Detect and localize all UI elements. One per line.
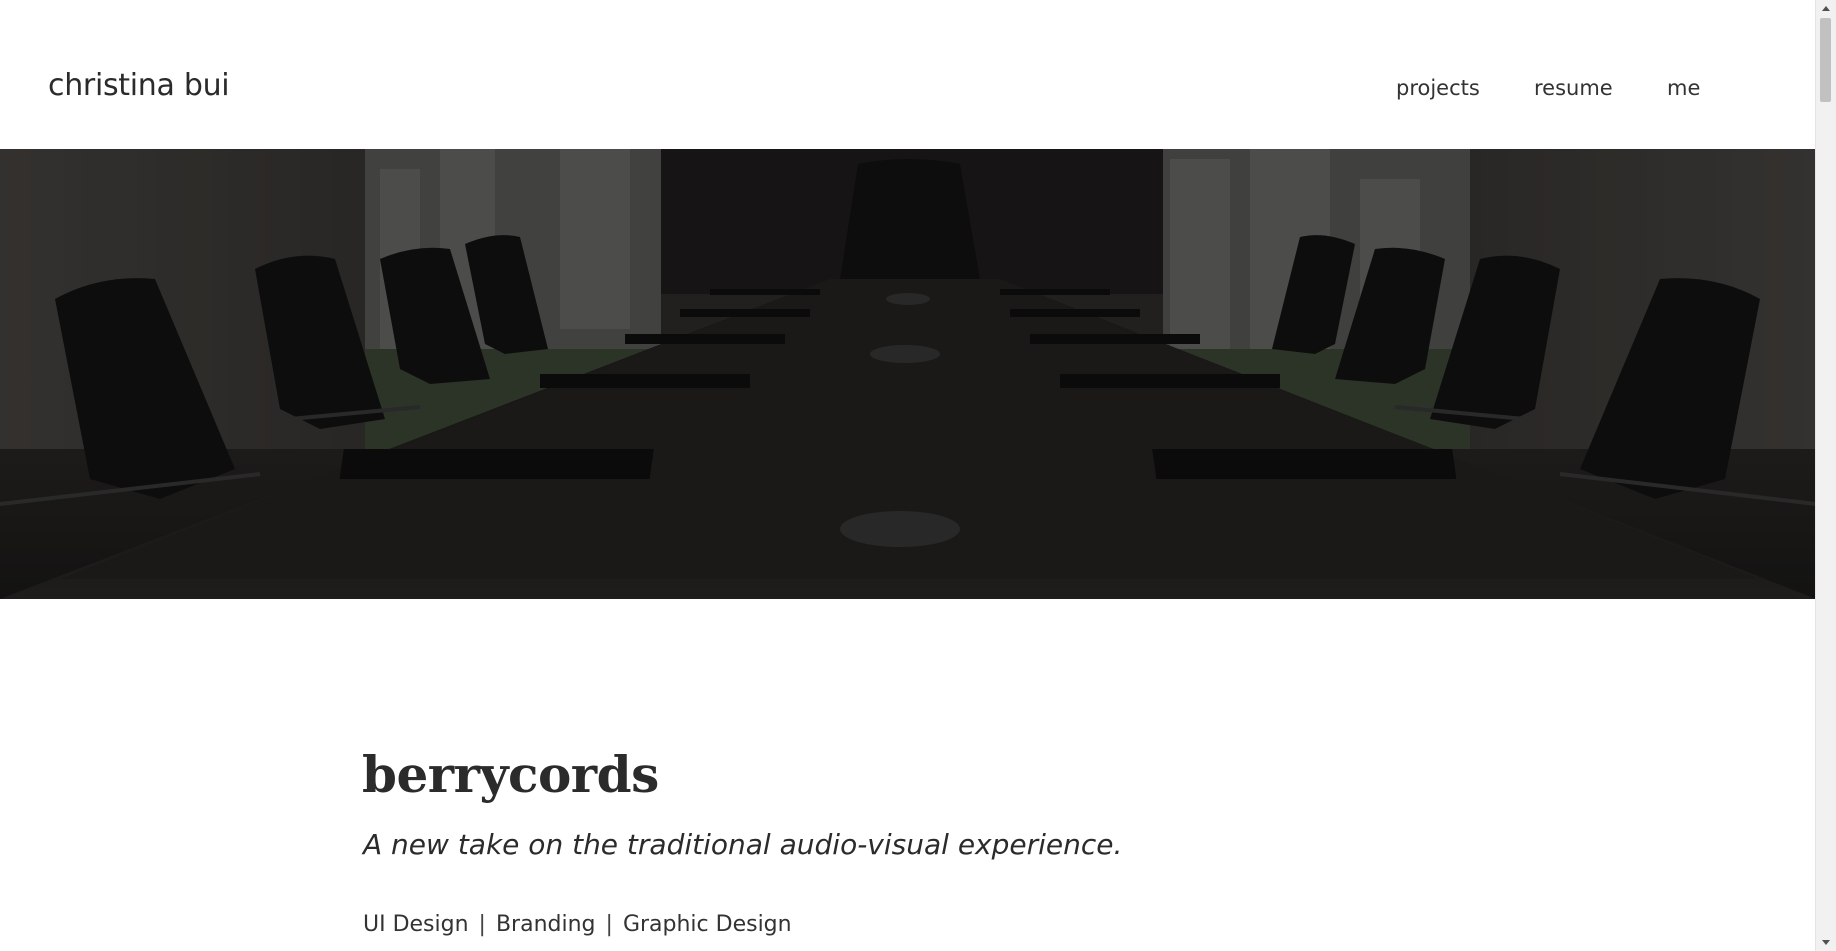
main-nav: projects resume me [0,76,1816,106]
scrollbar-thumb[interactable] [1820,18,1831,102]
scroll-down-arrow-icon[interactable] [1822,940,1830,945]
hero-image [0,149,1816,599]
tag-separator: | [605,912,613,937]
project-title: berrycords [362,745,659,804]
tag-graphic-design: Graphic Design [622,912,792,937]
scroll-up-arrow-icon[interactable] [1822,6,1830,11]
nav-link-projects[interactable]: projects [1396,76,1480,100]
tag-separator: | [478,912,486,937]
nav-link-resume[interactable]: resume [1534,76,1613,100]
tag-branding: Branding [495,912,596,937]
project-tagline: A new take on the traditional audio-visu… [363,828,1123,861]
vertical-scrollbar[interactable] [1815,0,1836,951]
nav-link-me[interactable]: me [1667,76,1700,100]
page: christina bui projects resume me berryco… [0,0,1816,951]
boardroom-photo [0,149,1816,599]
project-tags: UI Design | Branding | Graphic Design [363,912,792,937]
tag-ui-design: UI Design [363,912,469,937]
